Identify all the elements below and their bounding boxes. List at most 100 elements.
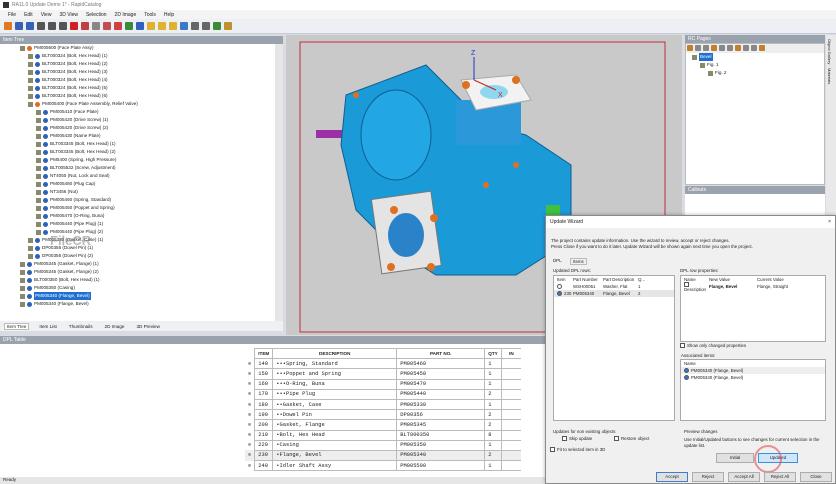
toolbar-button[interactable] [103,22,111,30]
side-tab-object-gallery[interactable]: Object Gallery [827,39,832,64]
props-list[interactable]: Name New Value Current Value Description Fl… [680,275,826,342]
table-row[interactable]: ⊕ 180 ••Gasket, Case PM005330 1 [245,398,522,411]
tree-item[interactable]: PM005460 (Spring, Standard) [0,196,275,204]
close-icon[interactable]: × [828,219,831,225]
table-row[interactable]: ⊕ 210 •Bolt, Hex Head BLT000350 8 [245,429,522,441]
toolbar-button[interactable] [125,22,133,30]
prop-row[interactable]: Description Flange, Bevel Flange, Straight [681,281,825,292]
rc-toolbar-button[interactable] [759,45,765,51]
menu-2d-image[interactable]: 2D Image [115,12,137,18]
row-link-icon[interactable]: ⊕ [245,410,255,420]
toolbar-button[interactable] [202,22,210,30]
row-link-icon[interactable]: ⊕ [245,420,255,430]
tree-item[interactable]: PM005440 (Pipe Plug) (1) [0,220,275,228]
tree-item[interactable]: PM005410 (Face Plate) [0,108,275,116]
table-row[interactable]: ⊕ 240 •Idler Shaft Assy PM005500 1 [245,460,522,472]
tree-item[interactable]: BLT000324 (Bolt, Hex Head) (4) [0,76,275,84]
rc-page-item[interactable]: Bevel [686,53,824,61]
item-tree[interactable]: PM005600 (Face Plate Assy) BLT000324 (Bol… [0,44,283,321]
column-header-item[interactable]: ITEM [254,347,274,360]
associated-items-list[interactable]: Name PM005340 (Flange, Bevel) PM005340 (… [680,359,826,421]
reject-button[interactable]: Reject [692,472,724,482]
tree-item[interactable]: PM005480 (Plug Cap) [0,180,275,188]
tab-items[interactable]: Items [570,258,587,265]
tree-item[interactable]: DP00356 (Dowel Pin) (2) [0,252,275,260]
assoc-item[interactable]: PM005340 (Flange, Bevel) [681,374,825,381]
tree-item[interactable]: NT3456 (Nut) [0,188,275,196]
fit-selected-checkbox[interactable]: Fit to selected item in 3D [550,447,605,453]
tree-item[interactable]: NT4050 (Nut, Lock and Seal) [0,172,275,180]
menu-3d-view[interactable]: 3D View [59,12,78,18]
toolbar-button[interactable] [81,22,89,30]
table-row[interactable]: ⊕ 230 •Flange, Bevel PM005340 2 [245,449,522,462]
table-row[interactable]: ⊕ 140 •••Spring, Standard PM005460 1 [245,358,522,370]
tree-item[interactable]: PM005420 (Drive Screw) (1) [0,116,275,124]
menu-file[interactable]: File [8,12,16,18]
toolbar-button[interactable] [147,22,155,30]
show-changed-checkbox[interactable]: Show only changed properties [680,343,746,349]
menu-edit[interactable]: Edit [24,12,33,18]
updated-rows-list[interactable]: Item Part Number Part Description Q... WSH0… [553,275,675,421]
tree-item[interactable]: PM005350 (Casing) [0,284,275,292]
tree-item[interactable]: PM5400 (Spring, High Pressure) [0,156,275,164]
toolbar-button[interactable] [92,22,100,30]
tree-item[interactable]: PM005470 (O-Ring, Buna) [0,212,275,220]
update-row[interactable]: WSH00051 Washer, Flat 1 [554,283,674,290]
row-link-icon[interactable]: ⊕ [245,399,255,409]
rc-toolbar-button[interactable] [735,45,741,51]
toolbar-button[interactable] [114,22,122,30]
toolbar-button[interactable] [4,22,12,30]
tab-item-list[interactable]: Item List [37,324,58,329]
tab-3d-preview[interactable]: 3D Preview [134,324,162,329]
row-link-icon[interactable]: ⊕ [245,359,255,369]
tab-thumbnails[interactable]: Thumbnails [67,324,95,329]
close-button[interactable]: Close [800,472,832,482]
tab-item-tree[interactable]: Item Tree [4,322,30,330]
tree-item[interactable]: BLT005532 (Screw, Adjustment) [0,164,275,172]
tree-item[interactable]: BLT003345 (Bolt, Hex Head) (1) [0,140,275,148]
table-row[interactable]: ⊕ 150 •••Poppet and Spring PM005450 1 [245,368,522,380]
tree-item[interactable]: PM005600 (Face Plate Assy) [0,44,275,52]
toolbar-button[interactable] [191,22,199,30]
row-link-icon[interactable]: ⊕ [245,450,255,461]
accept-button[interactable]: Accept [656,472,688,482]
tree-item[interactable]: PM005340 (Flange, Bevel) [0,300,275,308]
column-header-description[interactable]: DESCRIPTION [272,347,398,360]
reject-all-button[interactable]: Reject All [764,472,796,482]
tree-item[interactable]: PM005430 (Name Plate) [0,132,275,140]
tree-item[interactable]: PM005345 (Gasket, Flange) (2) [0,268,275,276]
rc-pages-tree[interactable]: Bevel Fig. 1 Fig. 2 [685,43,825,185]
toolbar-button[interactable] [180,22,188,30]
rc-toolbar-button[interactable] [695,45,701,51]
row-link-icon[interactable]: ⊕ [245,369,255,379]
table-row[interactable]: ⊕ 200 •Gasket, Flange PM005345 2 [245,419,522,431]
tree-item[interactable]: PM005330 (Gasket, Case) (1) [0,236,275,244]
table-row[interactable]: ⊕ 190 ••Dowel Pin DP00356 2 [245,409,522,421]
column-header-in[interactable]: IN [500,347,522,360]
accept-all-button[interactable]: Accept All [728,472,760,482]
restore-object-checkbox[interactable]: Restore object [614,436,649,442]
toolbar-button[interactable] [70,22,78,30]
update-row[interactable]: 230 PM005340 Flange, Bevel 2 [554,290,674,297]
tree-item[interactable]: PM005400 (Face Plate Assembly, Relief Va… [0,100,275,108]
row-link-icon[interactable]: ⊕ [245,430,255,440]
row-link-icon[interactable]: ⊕ [245,389,255,399]
tree-item[interactable]: PM005420 (Drive Screw) (2) [0,124,275,132]
tree-item[interactable]: PM005440 (Pipe Plug) (2) [0,228,275,236]
tree-item[interactable]: BLT000324 (Bolt, Hex Head) (2) [0,60,275,68]
toolbar-button[interactable] [26,22,34,30]
tree-item[interactable]: PM005345 (Gasket, Flange) (1) [0,260,275,268]
rc-toolbar-button[interactable] [703,45,709,51]
tree-item[interactable]: BLT000324 (Bolt, Hex Head) (5) [0,84,275,92]
tab-2d-image[interactable]: 2D Image [103,324,127,329]
tree-item[interactable]: PM005450 (Poppet and Spring) [0,204,275,212]
rc-toolbar-button[interactable] [719,45,725,51]
rc-toolbar-button[interactable] [743,45,749,51]
rc-page-item[interactable]: Fig. 2 [686,69,824,77]
menu-tools[interactable]: Tools [144,12,156,18]
side-tab-materials[interactable]: Materials [827,68,832,84]
tree-item[interactable]: DP00356 (Dowel Pin) (1) [0,244,275,252]
rc-toolbar-button[interactable] [711,45,717,51]
toolbar-button[interactable] [213,22,221,30]
toolbar-button[interactable] [37,22,45,30]
